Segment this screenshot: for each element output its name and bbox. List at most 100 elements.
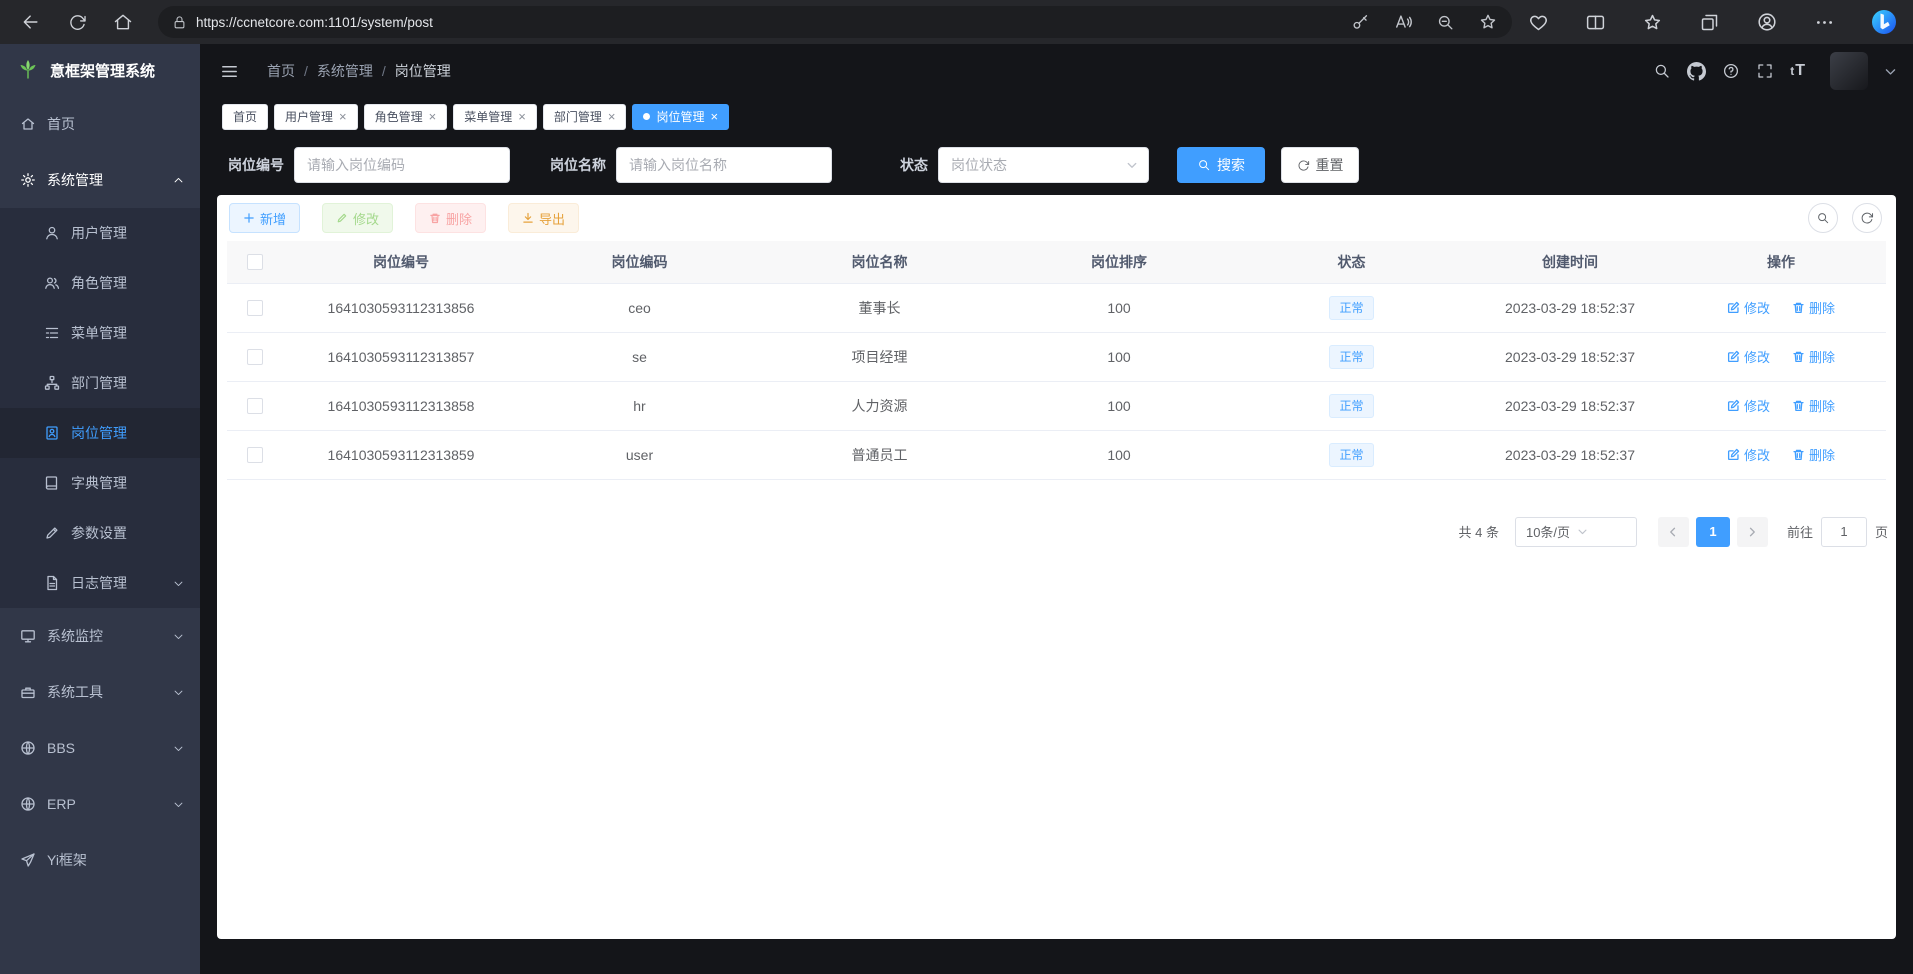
url-text[interactable]: https://ccnetcore.com:1101/system/post — [196, 15, 1328, 30]
tab-user-management[interactable]: 用户管理× — [274, 104, 358, 130]
browser-essentials-icon[interactable] — [1528, 12, 1549, 33]
font-size-icon[interactable]: tT — [1790, 62, 1806, 80]
browser-back-button[interactable] — [14, 5, 48, 39]
sidebar-item-system-monitor[interactable]: 系统监控 — [0, 608, 200, 664]
sidebar-item-menu-management[interactable]: 菜单管理 — [0, 308, 200, 358]
breadcrumb-home[interactable]: 首页 — [267, 61, 295, 81]
table-row[interactable]: 1641030593112313857 se 项目经理 100 正常 2023-… — [227, 332, 1886, 381]
search-button[interactable]: 搜索 — [1177, 147, 1265, 183]
page-size-select[interactable]: 10条/页 — [1515, 517, 1637, 547]
main-area: 首页 / 系统管理 / 岗位管理 tT 首页 用户管理× 角色管理× 菜单管理×… — [200, 44, 1913, 974]
fullscreen-icon[interactable] — [1756, 62, 1774, 80]
row-delete-link[interactable]: 删除 — [1792, 298, 1835, 317]
tab-post-management[interactable]: 岗位管理× — [632, 104, 729, 130]
close-icon[interactable]: × — [518, 110, 526, 123]
sidebar-item-home[interactable]: 首页 — [0, 96, 200, 152]
address-bar[interactable]: https://ccnetcore.com:1101/system/post — [158, 6, 1512, 38]
sidebar-item-dept-management[interactable]: 部门管理 — [0, 358, 200, 408]
user-avatar[interactable] — [1830, 52, 1868, 90]
table-header-row: 岗位编号 岗位编码 岗位名称 岗位排序 状态 创建时间 操作 — [227, 241, 1886, 283]
reset-button[interactable]: 重置 — [1281, 147, 1359, 183]
system-management-submenu: 用户管理 角色管理 菜单管理 部门管理 岗位管理 — [0, 208, 200, 608]
app-logo: 意框架管理系统 — [0, 44, 200, 96]
github-icon[interactable] — [1687, 62, 1706, 81]
post-table: 岗位编号 岗位编码 岗位名称 岗位排序 状态 创建时间 操作 164103059… — [227, 241, 1886, 480]
sidebar-item-role-management[interactable]: 角色管理 — [0, 258, 200, 308]
refresh-table-icon[interactable] — [1852, 203, 1882, 233]
favorites-icon[interactable] — [1642, 12, 1663, 33]
tab-role-management[interactable]: 角色管理× — [364, 104, 448, 130]
browser-home-button[interactable] — [106, 5, 140, 39]
user-menu-caret-icon[interactable] — [1884, 65, 1897, 78]
table-row[interactable]: 1641030593112313858 hr 人力资源 100 正常 2023-… — [227, 381, 1886, 430]
row-edit-link[interactable]: 修改 — [1727, 298, 1770, 317]
app-title: 意框架管理系统 — [50, 60, 155, 81]
tab-home[interactable]: 首页 — [222, 104, 268, 130]
edit-button[interactable]: 修改 — [322, 203, 393, 233]
add-button[interactable]: 新增 — [229, 203, 300, 233]
row-delete-link[interactable]: 删除 — [1792, 347, 1835, 366]
sidebar-item-erp[interactable]: ERP — [0, 776, 200, 832]
breadcrumb-system[interactable]: 系统管理 — [317, 61, 373, 81]
page-number-button[interactable]: 1 — [1696, 517, 1730, 547]
toggle-search-icon[interactable] — [1808, 203, 1838, 233]
row-edit-link[interactable]: 修改 — [1727, 347, 1770, 366]
sidebar-item-post-management[interactable]: 岗位管理 — [0, 408, 200, 458]
add-favorite-icon[interactable] — [1478, 12, 1498, 32]
prev-page-icon[interactable] — [1658, 517, 1689, 547]
col-post-code: 岗位编码 — [519, 241, 760, 283]
help-icon[interactable] — [1722, 62, 1740, 80]
sidebar-toggle-icon[interactable] — [214, 56, 245, 87]
key-icon[interactable] — [1351, 13, 1370, 32]
goto-page-input[interactable] — [1821, 517, 1867, 547]
post-name-input[interactable] — [616, 147, 832, 183]
row-edit-link[interactable]: 修改 — [1727, 396, 1770, 415]
next-page-icon[interactable] — [1737, 517, 1768, 547]
sidebar-item-yi-framework[interactable]: Yi框架 — [0, 832, 200, 888]
close-icon[interactable]: × — [339, 110, 347, 123]
sidebar-item-user-management[interactable]: 用户管理 — [0, 208, 200, 258]
row-checkbox[interactable] — [247, 300, 263, 316]
app-navbar: 首页 / 系统管理 / 岗位管理 tT — [200, 44, 1913, 98]
tab-dept-management[interactable]: 部门管理× — [543, 104, 627, 130]
filter-form: 岗位编号 岗位名称 状态 岗位状态 搜索 重置 — [200, 135, 1913, 195]
collections-icon[interactable] — [1699, 12, 1720, 33]
table-row[interactable]: 1641030593112313856 ceo 董事长 100 正常 2023-… — [227, 283, 1886, 332]
close-icon[interactable]: × — [608, 110, 616, 123]
org-tree-icon — [44, 375, 60, 391]
row-checkbox[interactable] — [247, 349, 263, 365]
status-select[interactable]: 岗位状态 — [938, 147, 1149, 183]
close-icon[interactable]: × — [710, 110, 718, 123]
browser-refresh-button[interactable] — [60, 5, 94, 39]
navbar-tools: tT — [1653, 52, 1897, 90]
delete-button[interactable]: 删除 — [415, 203, 486, 233]
sidebar-item-system-tools[interactable]: 系统工具 — [0, 664, 200, 720]
tab-menu-management[interactable]: 菜单管理× — [453, 104, 537, 130]
sidebar-item-dict-management[interactable]: 字典管理 — [0, 458, 200, 508]
pagination: 共 4 条 10条/页 1 前往 页 — [217, 517, 1896, 547]
row-delete-link[interactable]: 删除 — [1792, 445, 1835, 464]
sidebar-item-bbs[interactable]: BBS — [0, 720, 200, 776]
home-icon — [20, 116, 36, 132]
copilot-icon[interactable] — [1871, 9, 1897, 35]
post-code-input[interactable] — [294, 147, 510, 183]
row-delete-link[interactable]: 删除 — [1792, 396, 1835, 415]
zoom-icon[interactable] — [1436, 13, 1455, 32]
row-edit-link[interactable]: 修改 — [1727, 445, 1770, 464]
sidebar-item-param-settings[interactable]: 参数设置 — [0, 508, 200, 558]
row-checkbox[interactable] — [247, 398, 263, 414]
search-icon[interactable] — [1653, 62, 1671, 80]
read-aloud-icon[interactable] — [1393, 12, 1413, 32]
sidebar-item-log-management[interactable]: 日志管理 — [0, 558, 200, 608]
table-row[interactable]: 1641030593112313859 user 普通员工 100 正常 202… — [227, 430, 1886, 479]
sidebar-item-system-management[interactable]: 系统管理 — [0, 152, 200, 208]
col-status: 状态 — [1239, 241, 1464, 283]
select-all-checkbox[interactable] — [247, 254, 263, 270]
row-checkbox[interactable] — [247, 447, 263, 463]
close-icon[interactable]: × — [429, 110, 437, 123]
browser-menu-icon[interactable] — [1814, 12, 1835, 33]
split-screen-icon[interactable] — [1585, 12, 1606, 33]
export-button[interactable]: 导出 — [508, 203, 579, 233]
browser-profile-icon[interactable] — [1756, 11, 1778, 33]
sidebar-menu: 首页 系统管理 用户管理 角色管理 菜单管理 — [0, 96, 200, 888]
